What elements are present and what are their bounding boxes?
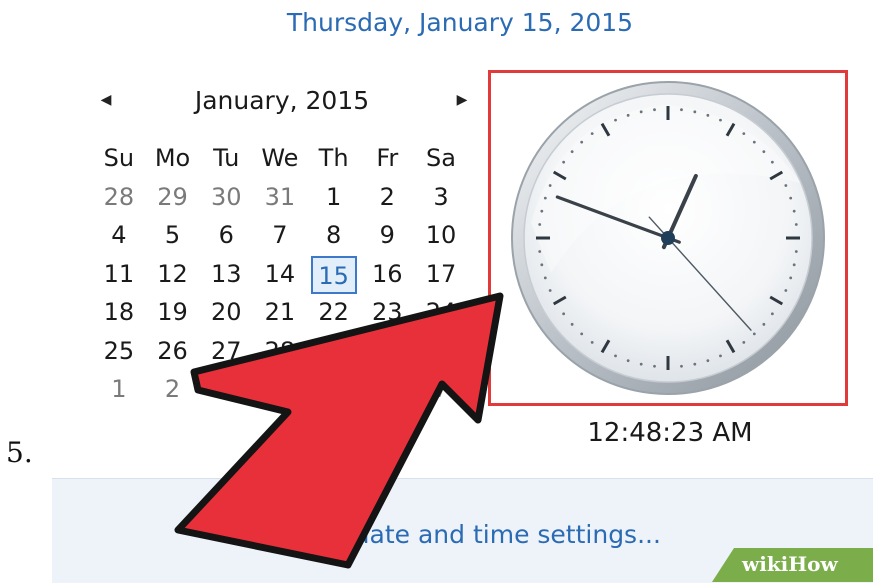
- wikihow-watermark: wikiHow: [712, 548, 873, 582]
- watermark-text: wikiHow: [742, 552, 838, 576]
- screenshot-stage: 5. Thursday, January 15, 2015 ◀ January,…: [0, 0, 873, 583]
- pointer-arrow-icon: [174, 292, 504, 569]
